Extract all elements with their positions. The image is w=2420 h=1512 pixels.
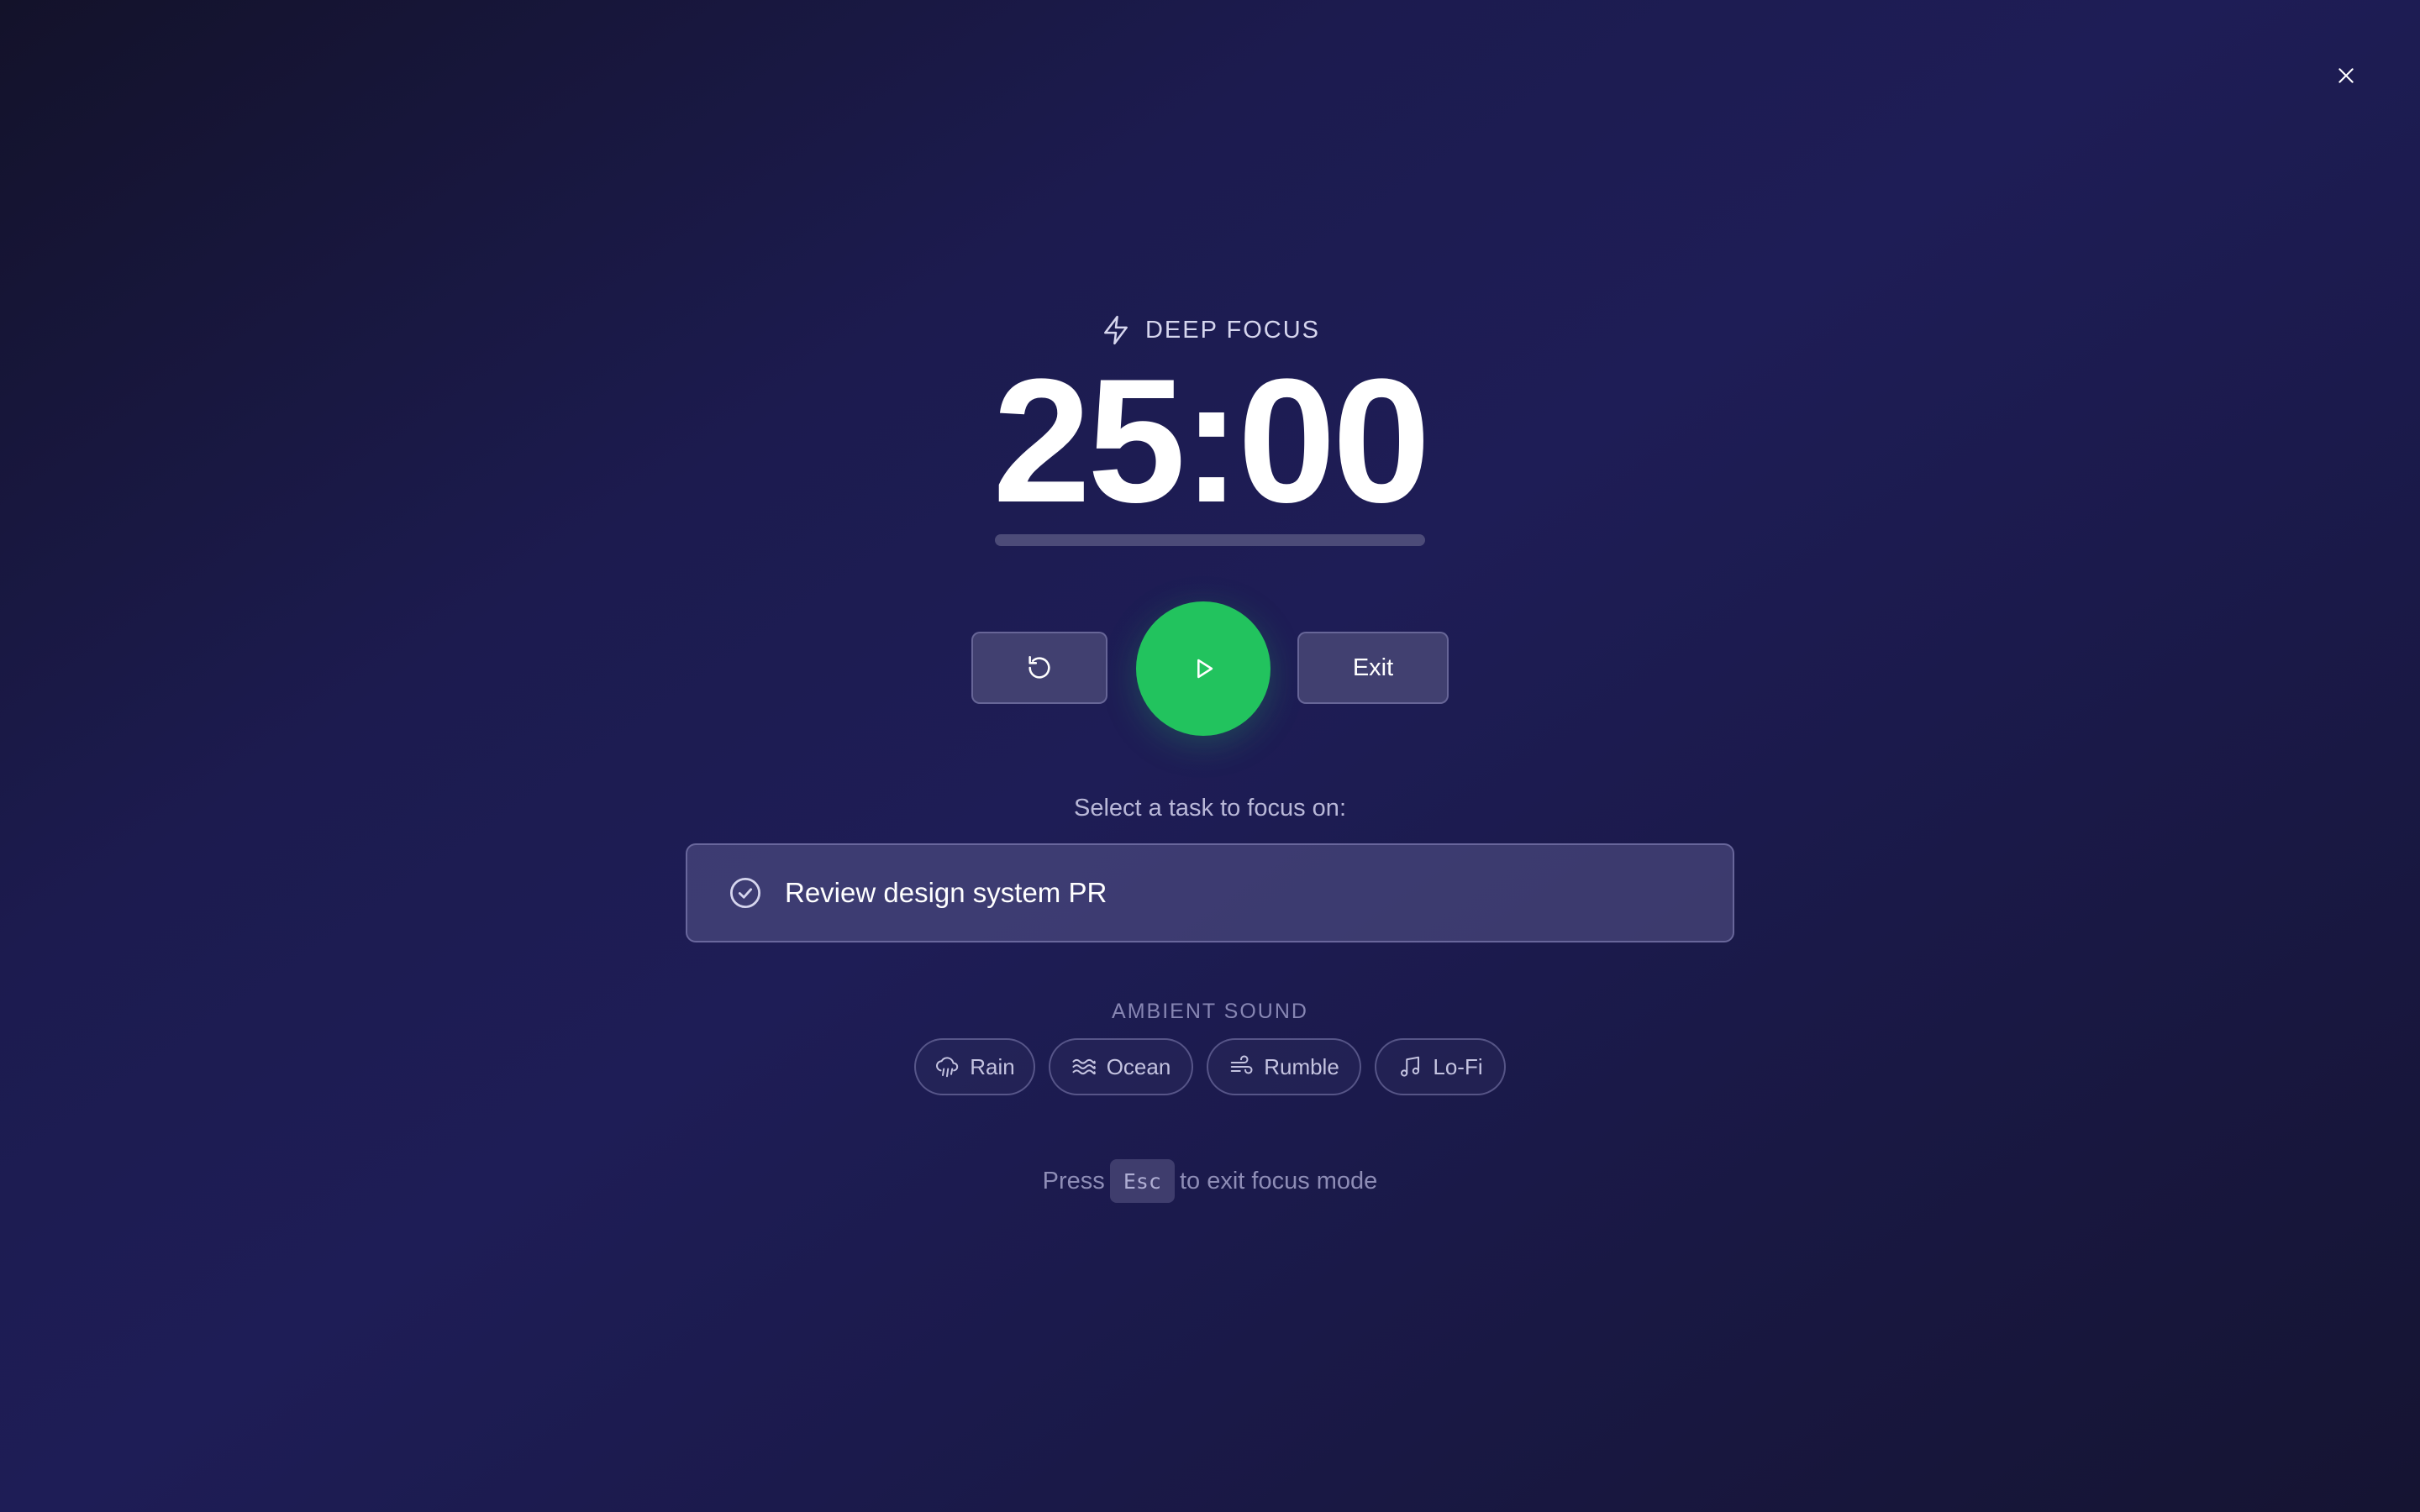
close-button[interactable] [2329,59,2363,92]
play-button[interactable] [1136,601,1270,736]
sound-chip-label: Rain [970,1053,1015,1079]
sound-chip-label: Ocean [1106,1053,1171,1079]
progress-bar [995,534,1425,546]
exit-button[interactable]: Exit [1297,632,1449,704]
sound-chip-label: Rumble [1264,1053,1339,1079]
hint-prefix: Press [1042,1167,1105,1194]
sound-chip-lofi[interactable]: Lo-Fi [1375,1038,1506,1095]
task-selector[interactable]: Review design system PR [686,843,1734,942]
task-title: Review design system PR [785,877,1107,908]
wind-icon [1230,1055,1253,1074]
check-circle-icon [729,877,761,909]
play-icon [1197,659,1213,679]
close-icon [2338,68,2354,83]
mode-title: DEEP FOCUS [1144,316,1320,344]
ambient-sound-label: AMBIENT SOUND [1112,999,1308,1023]
rotate-ccw-icon [1028,655,1050,679]
task-prompt: Select a task to focus on: [1073,794,1346,822]
sound-chip-rumble[interactable]: Rumble [1207,1038,1361,1095]
esc-key: Esc [1109,1159,1175,1203]
music-icon [1401,1056,1420,1077]
waves-icon [1072,1058,1096,1075]
hint-suffix: to exit focus mode [1179,1167,1378,1194]
sound-chip-ocean[interactable]: Ocean [1049,1038,1193,1095]
sound-chip-rain[interactable]: Rain [914,1038,1035,1095]
cloud-rain-icon [936,1057,959,1078]
sound-chip-label: Lo-Fi [1433,1053,1483,1079]
timer-display: 25:00 [992,342,1430,539]
reset-button[interactable] [971,632,1107,704]
keyboard-hint: Press Esc to exit focus mode [0,1158,2420,1205]
